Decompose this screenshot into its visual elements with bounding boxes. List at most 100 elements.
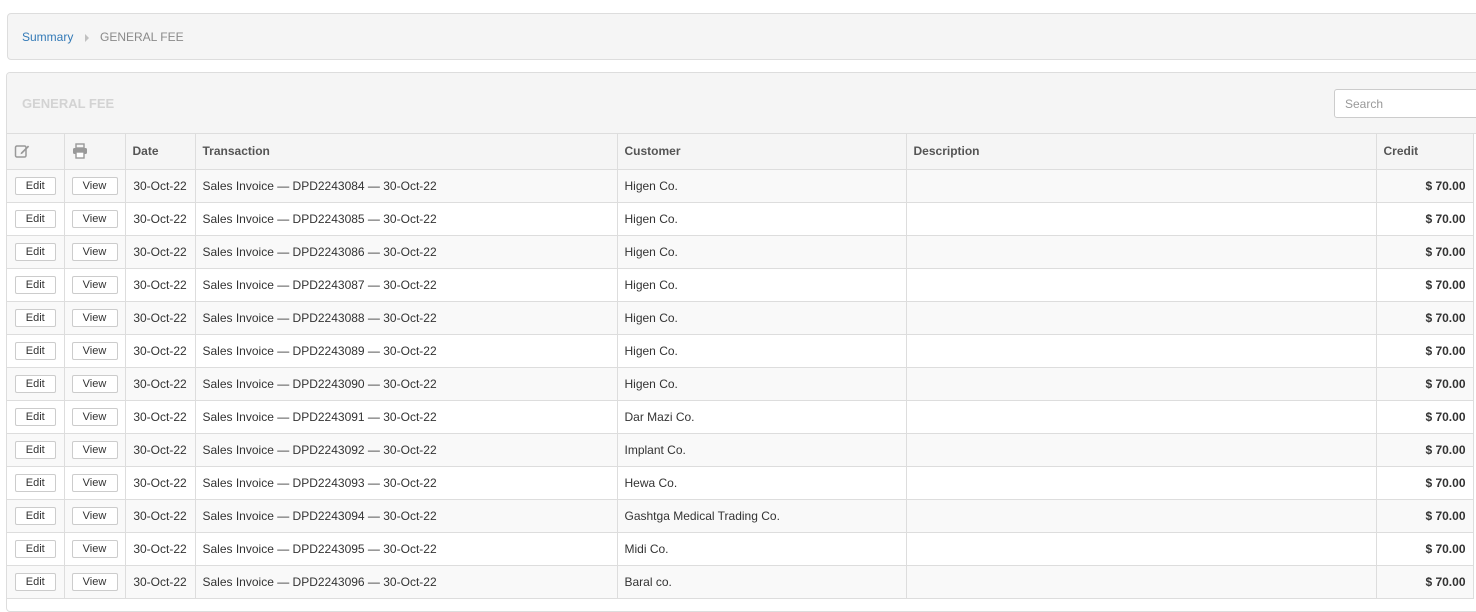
- view-cell: View: [64, 334, 126, 368]
- description-column-header[interactable]: Description: [906, 134, 1377, 170]
- edit-button[interactable]: Edit: [14, 407, 56, 426]
- edit-cell: Edit: [7, 268, 65, 302]
- edit-cell: Edit: [7, 301, 65, 335]
- table-row: Edit View 30-Oct-22 Sales Invoice — DPD2243…: [7, 565, 1474, 599]
- search-input[interactable]: [1334, 89, 1476, 118]
- customer-cell: Higen Co.: [617, 235, 907, 269]
- transaction-cell: Sales Invoice — DPD2243088 — 30-Oct-22: [195, 301, 618, 335]
- description-cell: [906, 499, 1377, 533]
- edit-cell: Edit: [7, 169, 65, 203]
- transaction-cell: Sales Invoice — DPD2243094 — 30-Oct-22: [195, 499, 618, 533]
- breadcrumb: Summary GENERAL FEE: [7, 13, 1476, 60]
- edit-button[interactable]: Edit: [14, 572, 56, 591]
- customer-cell: Higen Co.: [617, 367, 907, 401]
- edit-cell: Edit: [7, 367, 65, 401]
- credit-cell: $ 70.00: [1376, 202, 1474, 236]
- table-row: Edit View 30-Oct-22 Sales Invoice — DPD2243…: [7, 499, 1474, 533]
- edit-button[interactable]: Edit: [14, 539, 56, 558]
- view-button[interactable]: View: [71, 308, 118, 327]
- description-cell: [906, 268, 1377, 302]
- view-button[interactable]: View: [71, 440, 118, 459]
- view-button[interactable]: View: [71, 539, 118, 558]
- transaction-cell: Sales Invoice — DPD2243096 — 30-Oct-22: [195, 565, 618, 599]
- description-cell: [906, 433, 1377, 467]
- view-button[interactable]: View: [71, 407, 118, 426]
- view-button[interactable]: View: [71, 176, 118, 195]
- table-row: Edit View 30-Oct-22 Sales Invoice — DPD2243…: [7, 433, 1474, 467]
- edit-button[interactable]: Edit: [14, 308, 56, 327]
- breadcrumb-separator-icon: [85, 34, 89, 42]
- customer-column-header[interactable]: Customer: [617, 134, 907, 170]
- print-icon: [72, 143, 87, 159]
- description-cell: [906, 565, 1377, 599]
- credit-cell: $ 70.00: [1376, 268, 1474, 302]
- customer-cell: Higen Co.: [617, 268, 907, 302]
- customer-cell: Higen Co.: [617, 334, 907, 368]
- customer-cell: Implant Co.: [617, 433, 907, 467]
- view-cell: View: [64, 301, 126, 335]
- description-cell: [906, 334, 1377, 368]
- edit-button[interactable]: Edit: [14, 440, 56, 459]
- date-cell: 30-Oct-22: [125, 433, 196, 467]
- transaction-cell: Sales Invoice — DPD2243090 — 30-Oct-22: [195, 367, 618, 401]
- date-cell: 30-Oct-22: [125, 367, 196, 401]
- table-row: Edit View 30-Oct-22 Sales Invoice — DPD2243…: [7, 466, 1474, 500]
- view-button[interactable]: View: [71, 572, 118, 591]
- description-cell: [906, 301, 1377, 335]
- view-button[interactable]: View: [71, 341, 118, 360]
- view-cell: View: [64, 466, 126, 500]
- view-button[interactable]: View: [71, 473, 118, 492]
- credit-cell: $ 70.00: [1376, 400, 1474, 434]
- edit-button[interactable]: Edit: [14, 506, 56, 525]
- date-cell: 30-Oct-22: [125, 268, 196, 302]
- date-cell: 30-Oct-22: [125, 466, 196, 500]
- edit-button[interactable]: Edit: [14, 275, 56, 294]
- edit-button[interactable]: Edit: [14, 341, 56, 360]
- transaction-cell: Sales Invoice — DPD2243091 — 30-Oct-22: [195, 400, 618, 434]
- date-cell: 30-Oct-22: [125, 532, 196, 566]
- view-button[interactable]: View: [71, 242, 118, 261]
- date-cell: 30-Oct-22: [125, 334, 196, 368]
- credit-cell: $ 70.00: [1376, 466, 1474, 500]
- transaction-cell: Sales Invoice — DPD2243092 — 30-Oct-22: [195, 433, 618, 467]
- edit-cell: Edit: [7, 433, 65, 467]
- transaction-column-header[interactable]: Transaction: [195, 134, 618, 170]
- customer-cell: Dar Mazi Co.: [617, 400, 907, 434]
- edit-button[interactable]: Edit: [14, 374, 56, 393]
- edit-cell: Edit: [7, 202, 65, 236]
- panel-heading: GENERAL FEE: [7, 73, 1476, 134]
- edit-cell: Edit: [7, 565, 65, 599]
- edit-cell: Edit: [7, 334, 65, 368]
- edit-button[interactable]: Edit: [14, 209, 56, 228]
- table-row: Edit View 30-Oct-22 Sales Invoice — DPD2243…: [7, 301, 1474, 335]
- customer-cell: Gashtga Medical Trading Co.: [617, 499, 907, 533]
- description-cell: [906, 202, 1377, 236]
- date-cell: 30-Oct-22: [125, 499, 196, 533]
- view-cell: View: [64, 268, 126, 302]
- credit-column-header[interactable]: Credit: [1376, 134, 1474, 170]
- edit-cell: Edit: [7, 400, 65, 434]
- print-column-header: [64, 134, 126, 170]
- date-column-header[interactable]: Date: [125, 134, 196, 170]
- view-cell: View: [64, 532, 126, 566]
- view-button[interactable]: View: [71, 506, 118, 525]
- view-button[interactable]: View: [71, 275, 118, 294]
- date-cell: 30-Oct-22: [125, 169, 196, 203]
- edit-button[interactable]: Edit: [14, 473, 56, 492]
- credit-cell: $ 70.00: [1376, 334, 1474, 368]
- date-cell: 30-Oct-22: [125, 202, 196, 236]
- description-cell: [906, 400, 1377, 434]
- table-header-row: Date Transaction Customer Description Cr…: [7, 134, 1474, 170]
- transaction-cell: Sales Invoice — DPD2243087 — 30-Oct-22: [195, 268, 618, 302]
- view-button[interactable]: View: [71, 374, 118, 393]
- view-button[interactable]: View: [71, 209, 118, 228]
- breadcrumb-link-summary[interactable]: Summary: [22, 30, 73, 44]
- edit-button[interactable]: Edit: [14, 242, 56, 261]
- edit-cell: Edit: [7, 466, 65, 500]
- date-cell: 30-Oct-22: [125, 400, 196, 434]
- description-cell: [906, 235, 1377, 269]
- transaction-cell: Sales Invoice — DPD2243084 — 30-Oct-22: [195, 169, 618, 203]
- transaction-cell: Sales Invoice — DPD2243089 — 30-Oct-22: [195, 334, 618, 368]
- edit-button[interactable]: Edit: [14, 176, 56, 195]
- table-row: Edit View 30-Oct-22 Sales Invoice — DPD2243…: [7, 334, 1474, 368]
